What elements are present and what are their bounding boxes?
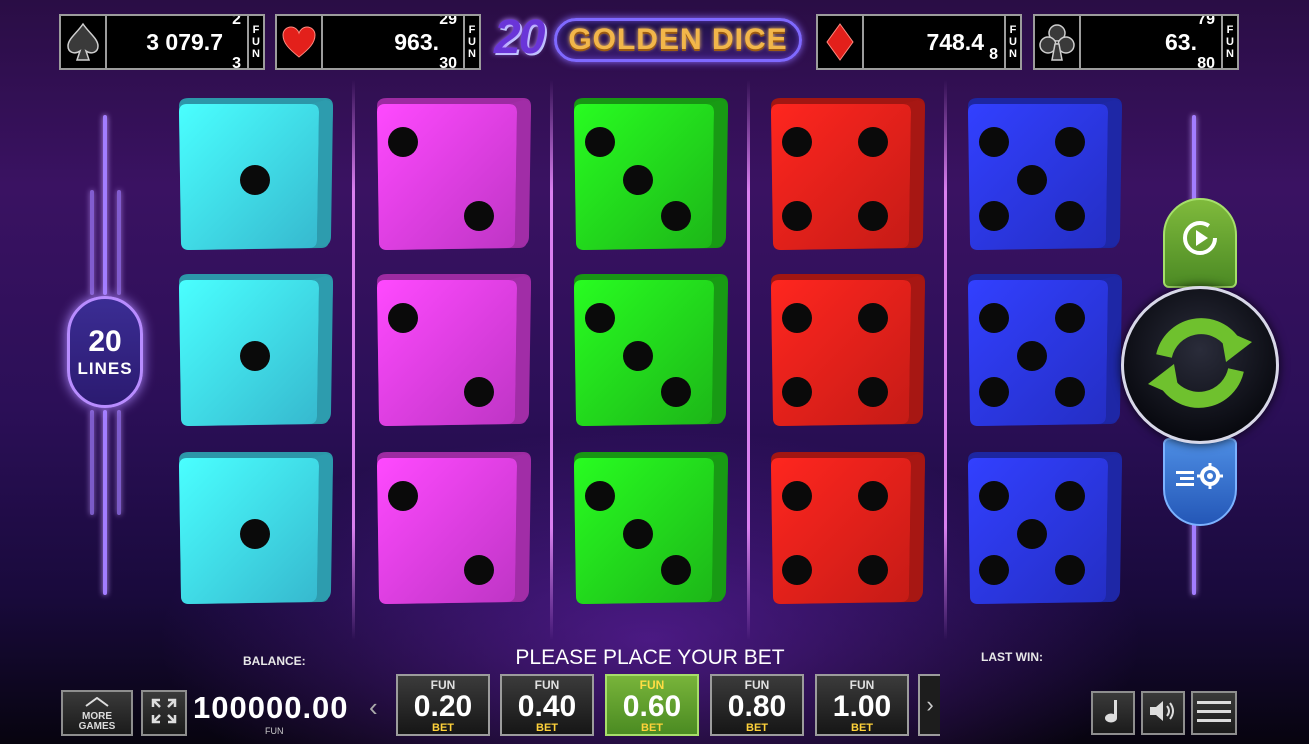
balance-value: 100000.00 bbox=[193, 690, 349, 725]
bet-option-button[interactable]: FUN 1.00 BET bbox=[815, 674, 909, 736]
die-face-4 bbox=[767, 450, 927, 610]
die-face-5 bbox=[964, 272, 1124, 432]
lines-count: 20 bbox=[88, 325, 122, 358]
jackpot-roll-top: 79 bbox=[1197, 16, 1215, 28]
jackpot-roll-top: 29 bbox=[439, 16, 457, 28]
autoplay-icon bbox=[1180, 218, 1220, 263]
bet-value: 0.40 bbox=[517, 690, 577, 723]
jackpot-roll-top: 2 bbox=[232, 16, 241, 28]
chevron-right-icon: › bbox=[926, 692, 934, 717]
reel-separator bbox=[944, 80, 947, 640]
die-face-1 bbox=[175, 96, 335, 256]
jackpot-unit: FUN bbox=[247, 16, 263, 68]
autoplay-button[interactable] bbox=[1163, 198, 1237, 288]
bet-label: BET bbox=[432, 722, 454, 734]
neon-line bbox=[1192, 520, 1196, 595]
neon-line bbox=[117, 190, 121, 295]
more-games-label: MORE GAMES bbox=[78, 711, 116, 732]
bet-value: 0.80 bbox=[727, 690, 787, 723]
die-face-3 bbox=[570, 272, 730, 432]
jackpot-roll-bottom: 8 bbox=[989, 46, 998, 63]
reel-separator bbox=[352, 80, 355, 640]
jackpot-diamond: 748.4 8 FUN bbox=[816, 14, 1022, 70]
more-games-button[interactable]: MORE GAMES bbox=[61, 690, 133, 736]
die-face-3 bbox=[570, 96, 730, 256]
lines-label: LINES bbox=[77, 359, 133, 378]
neon-line bbox=[103, 115, 107, 295]
game-stage: 2 3 079.7 3 FUN 29 963. 30 FUN 20 GOLDEN… bbox=[0, 0, 1309, 744]
neon-line bbox=[103, 410, 107, 595]
bet-label: BET bbox=[851, 722, 873, 734]
bet-value: 0.60 bbox=[622, 690, 682, 723]
die-face-2 bbox=[373, 96, 533, 256]
club-icon bbox=[1035, 16, 1081, 68]
reel-separator bbox=[747, 80, 750, 640]
die-face-1 bbox=[175, 272, 335, 432]
spade-icon bbox=[61, 16, 107, 68]
die-face-5 bbox=[964, 450, 1124, 610]
logo-text: GOLDEN DICE bbox=[568, 23, 788, 56]
diamond-icon bbox=[818, 16, 864, 68]
bet-prev-icon[interactable]: ‹ bbox=[369, 692, 378, 723]
balance-unit: FUN bbox=[265, 726, 284, 736]
home-icon bbox=[84, 694, 110, 712]
menu-button[interactable] bbox=[1191, 691, 1237, 735]
die-face-5 bbox=[964, 96, 1124, 256]
bet-option-button[interactable]: FUN 0.20 BET bbox=[396, 674, 490, 736]
die-face-4 bbox=[767, 96, 927, 256]
jackpot-unit: FUN bbox=[1221, 16, 1237, 68]
spin-button[interactable] bbox=[1121, 286, 1279, 444]
die-face-1 bbox=[175, 450, 335, 610]
jackpot-value: 963. bbox=[394, 28, 439, 55]
balance-label: BALANCE: bbox=[243, 654, 306, 668]
jackpot-value: 3 079.7 bbox=[146, 28, 223, 55]
die-face-2 bbox=[373, 272, 533, 432]
jackpot-unit: FUN bbox=[463, 16, 479, 68]
jackpot-roll-bottom: 80 bbox=[1197, 55, 1215, 69]
neon-line bbox=[1192, 115, 1196, 205]
bet-option-button[interactable]: FUN 0.80 BET bbox=[710, 674, 804, 736]
hamburger-icon bbox=[1197, 699, 1231, 728]
jackpot-roll-bottom: 30 bbox=[439, 55, 457, 69]
fullscreen-button[interactable] bbox=[141, 690, 187, 736]
music-note-icon bbox=[1103, 698, 1123, 729]
jackpot-value: 748.4 bbox=[926, 28, 984, 55]
lines-indicator[interactable]: 20 LINES bbox=[67, 296, 143, 408]
jackpot-heart: 29 963. 30 FUN bbox=[275, 14, 481, 70]
jackpot-unit: FUN bbox=[1004, 16, 1020, 68]
speaker-icon bbox=[1148, 698, 1178, 729]
last-win-label: LAST WIN: bbox=[981, 650, 1043, 664]
bet-option-button[interactable]: FUN 0.40 BET bbox=[500, 674, 594, 736]
jackpot-value: 63. bbox=[1165, 28, 1197, 55]
bet-label: BET bbox=[746, 722, 768, 734]
die-face-2 bbox=[373, 450, 533, 610]
bet-option-button[interactable]: FUN 0.60 BET bbox=[605, 674, 699, 736]
bet-value: 0.20 bbox=[413, 690, 473, 723]
reel-separator bbox=[550, 80, 553, 640]
sound-button[interactable] bbox=[1141, 691, 1185, 735]
heart-icon bbox=[277, 16, 323, 68]
neon-line bbox=[90, 410, 94, 515]
neon-line bbox=[90, 190, 94, 295]
neon-line bbox=[117, 410, 121, 515]
jackpot-spade: 2 3 079.7 3 FUN bbox=[59, 14, 265, 70]
bet-value: 1.00 bbox=[832, 690, 892, 723]
die-face-4 bbox=[767, 272, 927, 432]
game-logo: 20 GOLDEN DICE bbox=[494, 11, 806, 68]
fullscreen-icon bbox=[151, 698, 177, 729]
music-button[interactable] bbox=[1091, 691, 1135, 735]
settings-button[interactable] bbox=[1163, 438, 1237, 526]
settings-icon bbox=[1174, 463, 1226, 494]
bet-label: BET bbox=[641, 722, 663, 734]
jackpot-roll-bottom: 3 bbox=[232, 55, 241, 69]
status-message: PLEASE PLACE YOUR BET bbox=[515, 646, 785, 669]
spin-icon bbox=[1140, 308, 1260, 423]
logo-number: 20 bbox=[494, 11, 545, 64]
bet-next-button[interactable]: › bbox=[918, 674, 940, 736]
die-face-3 bbox=[570, 450, 730, 610]
bet-label: BET bbox=[536, 722, 558, 734]
jackpot-club: 79 63. 80 FUN bbox=[1033, 14, 1239, 70]
